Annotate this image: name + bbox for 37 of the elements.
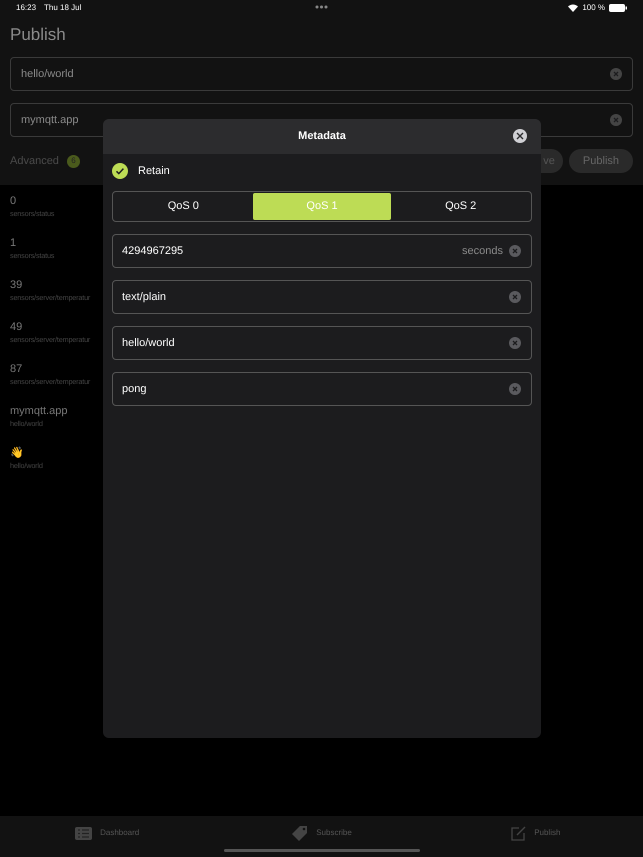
metadata-field[interactable]: hello/world bbox=[112, 326, 532, 360]
clear-icon[interactable] bbox=[509, 291, 521, 303]
clear-icon[interactable] bbox=[509, 245, 521, 257]
advanced-badge: 6 bbox=[66, 154, 80, 168]
retain-checkbox[interactable] bbox=[112, 163, 128, 179]
status-date: Thu 18 Jul bbox=[44, 2, 82, 14]
qos-segment[interactable]: QoS 2 bbox=[391, 193, 530, 220]
status-time: 16:23 bbox=[16, 2, 36, 14]
more-icon bbox=[315, 5, 328, 9]
unit-label: seconds bbox=[462, 244, 503, 259]
message-value: mymqtt.app bbox=[10, 404, 68, 418]
clear-icon[interactable] bbox=[509, 383, 521, 395]
clear-icon[interactable] bbox=[610, 68, 622, 80]
clear-icon[interactable] bbox=[610, 114, 622, 126]
message-value: 87 bbox=[10, 362, 24, 376]
page-title: Publish bbox=[9, 24, 67, 46]
message-value: 49 bbox=[10, 320, 24, 334]
metadata-field[interactable]: pong bbox=[112, 372, 532, 406]
tag-icon bbox=[291, 824, 308, 842]
metadata-field[interactable]: text/plain bbox=[112, 280, 532, 314]
message-value: 1 bbox=[10, 236, 18, 250]
message-value: 39 bbox=[10, 278, 24, 292]
clear-icon[interactable] bbox=[509, 337, 521, 349]
close-button[interactable] bbox=[513, 129, 527, 143]
close-icon bbox=[516, 132, 524, 140]
message-value: 👋 bbox=[10, 446, 25, 460]
list-icon bbox=[75, 826, 92, 840]
compose-icon bbox=[511, 826, 526, 840]
battery-percent: 100 % bbox=[582, 2, 605, 14]
metadata-field[interactable]: 4294967295 seconds bbox=[112, 234, 532, 268]
message-value: 0 bbox=[10, 194, 18, 208]
dialog-title: Metadata bbox=[298, 129, 346, 144]
battery-icon bbox=[609, 4, 627, 12]
retain-label: Retain bbox=[138, 164, 170, 179]
wifi-icon bbox=[568, 4, 578, 12]
topic-field[interactable]: hello/world bbox=[10, 57, 633, 91]
qos-segment[interactable]: QoS 0 bbox=[114, 193, 253, 220]
